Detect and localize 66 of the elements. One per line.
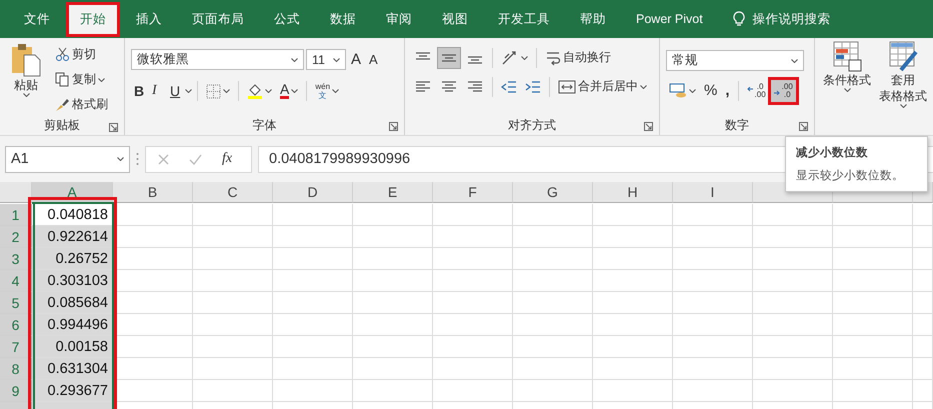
table-cell: 0.26752 — [32, 248, 113, 270]
percent-button[interactable]: % — [701, 79, 720, 102]
ribbon-tab[interactable]: 插入 — [122, 2, 176, 36]
ribbon-tab[interactable]: Power Pivot — [622, 3, 717, 35]
row-header[interactable]: 1 — [0, 204, 32, 226]
comma-style-button[interactable]: , — [722, 79, 733, 102]
font-size-dropdown[interactable]: 11 — [306, 49, 346, 70]
column-header[interactable]: F — [433, 182, 513, 203]
row-header[interactable]: 8 — [0, 358, 32, 380]
table-cell: 0.303103 — [32, 270, 113, 292]
ribbon-tab[interactable]: 开发工具 — [484, 2, 564, 36]
grow-font-button[interactable]: A — [348, 48, 364, 71]
group-label: 对齐方式 — [508, 116, 556, 134]
name-box[interactable]: A1 — [5, 146, 130, 172]
format-painter-button[interactable]: 格式刷 — [52, 93, 111, 116]
row-header[interactable]: 3 — [0, 248, 32, 270]
wrap-text-button[interactable]: 自动换行 — [542, 46, 614, 69]
ribbon-tab[interactable]: 页面布局 — [178, 2, 258, 36]
group-label: 字体 — [252, 116, 276, 134]
ribbon-tab[interactable]: 数据 — [316, 2, 370, 36]
increase-decimal-button[interactable]: .0 .00 — [744, 80, 769, 102]
column-header[interactable]: H — [593, 182, 673, 203]
column-header[interactable]: B — [113, 182, 193, 203]
ribbon-tab[interactable]: 开始 — [66, 2, 120, 36]
row-header[interactable]: 4 — [0, 270, 32, 292]
font-color-button[interactable]: A — [277, 80, 302, 102]
column-header[interactable]: I — [673, 182, 753, 203]
row-header[interactable]: 2 — [0, 226, 32, 248]
number-format-dropdown[interactable]: 常规 — [666, 50, 804, 71]
ribbon-tab[interactable]: 帮助 — [566, 2, 620, 36]
table-cell: 0.994496 — [32, 314, 113, 336]
row-header[interactable]: 5 — [0, 292, 32, 314]
merge-center-button[interactable]: 合并后居中 — [555, 75, 650, 98]
row-header[interactable]: 9 — [0, 380, 32, 402]
ribbon-tab[interactable]: 视图 — [428, 2, 482, 36]
column-header[interactable]: E — [353, 182, 433, 203]
italic-button[interactable]: I — [149, 80, 165, 102]
insert-function-button[interactable]: fx — [222, 151, 232, 167]
font-name-dropdown[interactable]: 微软雅黑 — [131, 49, 304, 70]
ribbon-tab[interactable]: 文件 — [10, 2, 64, 36]
row-header[interactable]: 6 — [0, 314, 32, 336]
column-header[interactable]: D — [273, 182, 353, 203]
cut-button[interactable]: 剪切 — [52, 43, 111, 66]
group-label: 数字 — [725, 116, 749, 134]
table-cell: 0.085684 — [32, 292, 113, 314]
copy-button[interactable]: 复制 — [52, 68, 111, 91]
column-header[interactable]: G — [513, 182, 593, 203]
tooltip-title: 减少小数位数 — [796, 145, 869, 160]
group-label: 剪贴板 — [44, 117, 80, 134]
column-header[interactable]: C — [193, 182, 273, 203]
table-cell: 0.631304 — [32, 358, 113, 380]
shrink-font-button[interactable]: A — [366, 49, 381, 70]
decrease-decimal-button[interactable]: .00 .0 — [770, 80, 796, 102]
table-cell: 0.922614 — [32, 226, 113, 248]
table-cell: 0.293677 — [32, 380, 113, 402]
phonetic-guide-button[interactable]: wén 文 — [312, 79, 342, 103]
ribbon-tab[interactable]: 公式 — [260, 2, 314, 36]
paste-button[interactable]: 粘贴 — [6, 43, 46, 116]
row-header[interactable]: 7 — [0, 336, 32, 358]
table-cell: 0.00158 — [32, 336, 113, 358]
ribbon-tab[interactable]: 审阅 — [372, 2, 426, 36]
conditional-formatting-button[interactable]: 条件格式 — [819, 40, 875, 135]
bold-button[interactable]: B — [131, 80, 147, 102]
format-as-table-button[interactable]: 套用 表格格式 — [875, 40, 931, 135]
tell-me-search[interactable]: 操作说明搜索 — [752, 10, 831, 28]
underline-button[interactable]: U — [167, 80, 183, 102]
